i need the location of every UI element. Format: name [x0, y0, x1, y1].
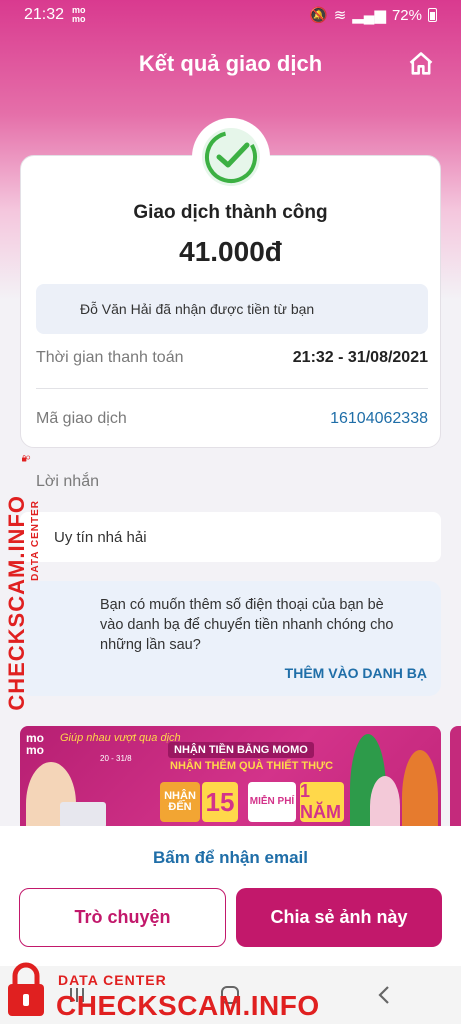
message-text: Uy tín nhá hải: [54, 528, 147, 546]
watermark-side-subtitle: DATA CENTER: [30, 500, 41, 581]
banner-free-label: MIỄN PHÍ: [248, 782, 296, 822]
chat-button[interactable]: Trò chuyện: [19, 888, 226, 947]
wifi-icon: ≋: [333, 7, 347, 24]
transaction-result-card: Giao dịch thành công 41.000đ Đỗ Văn Hải …: [20, 155, 441, 448]
banner-headline-1: NHẬN TIỀN BẰNG MOMO: [168, 742, 314, 758]
status-time: 21:32: [24, 6, 65, 23]
watermark-bottom-lock-icon: [8, 962, 44, 1016]
page-title: Kết quả giao dịch: [138, 51, 323, 76]
recipient-note-text: Đỗ Văn Hải đã nhận được tiền từ bạn: [80, 301, 315, 317]
battery-percent: 72%: [391, 6, 422, 24]
add-contact-card: Bạn có muốn thêm số điện thoại của bạn b…: [20, 581, 441, 696]
add-contact-prompt: Bạn có muốn thêm số điện thoại của bạn b…: [100, 597, 394, 653]
banner-receive-up-to: NHẬN ĐẾN: [160, 782, 200, 822]
banner-headline-2: NHẬN THÊM QUÀ THIẾT THỰC: [170, 760, 334, 772]
share-image-button[interactable]: Chia sẻ ảnh này: [236, 888, 442, 947]
back-icon: [378, 986, 389, 1004]
momo-logo: mo mo: [26, 731, 44, 757]
home-button[interactable]: [407, 50, 435, 78]
watermark-bottom-subtitle: DATA CENTER: [58, 972, 167, 988]
watermark-lock-icon: [22, 455, 31, 462]
payment-time-value: 21:32 - 31/08/2021: [292, 349, 428, 366]
success-badge: [192, 118, 270, 196]
back-button[interactable]: [369, 980, 399, 1010]
watermark-side-text: CHECKSCAM.INFO: [4, 495, 29, 711]
home-icon: [409, 52, 433, 75]
status-bar: 21:32 mo mo 🔕 ≋ ▂▄▆ 72%: [0, 0, 461, 30]
transaction-id-value[interactable]: 16104062338: [330, 410, 428, 428]
add-to-contacts-button[interactable]: THÊM VÀO DANH BẠ: [285, 665, 427, 681]
banner-date: 20 - 31/8: [100, 754, 132, 763]
transaction-amount: 41.000đ: [179, 236, 282, 267]
transaction-id-row: Mã giao dịch 16104062338: [36, 410, 428, 428]
recipient-note: Đỗ Văn Hải đã nhận được tiền từ bạn: [36, 284, 428, 334]
transaction-id-label: Mã giao dịch: [36, 410, 127, 427]
checkmark-icon: [205, 131, 257, 183]
payment-time-label: Thời gian thanh toán: [36, 349, 184, 366]
success-status: Giao dịch thành công: [133, 202, 328, 223]
payment-time-row: Thời gian thanh toán 21:32 - 31/08/2021: [36, 349, 428, 367]
banner-laptop-illustration: [60, 802, 106, 828]
banner-script-text: Giúp nhau vượt qua dịch: [60, 732, 181, 744]
banner-number: 15: [202, 782, 238, 822]
title-bar: Kết quả giao dịch: [0, 44, 461, 84]
receive-email-link[interactable]: Bấm để nhận email: [0, 848, 461, 868]
mute-icon: 🔕: [309, 7, 328, 24]
battery-icon: [428, 8, 437, 22]
signal-icon: ▂▄▆: [352, 7, 386, 24]
divider: [36, 388, 428, 389]
momo-mini-logo: mo mo: [72, 5, 86, 24]
message-box: Uy tín nhá hải: [20, 512, 441, 562]
banner-year: 1 NĂM: [300, 781, 344, 822]
watermark-bottom-text: CHECKSCAM.INFO: [56, 990, 320, 1021]
